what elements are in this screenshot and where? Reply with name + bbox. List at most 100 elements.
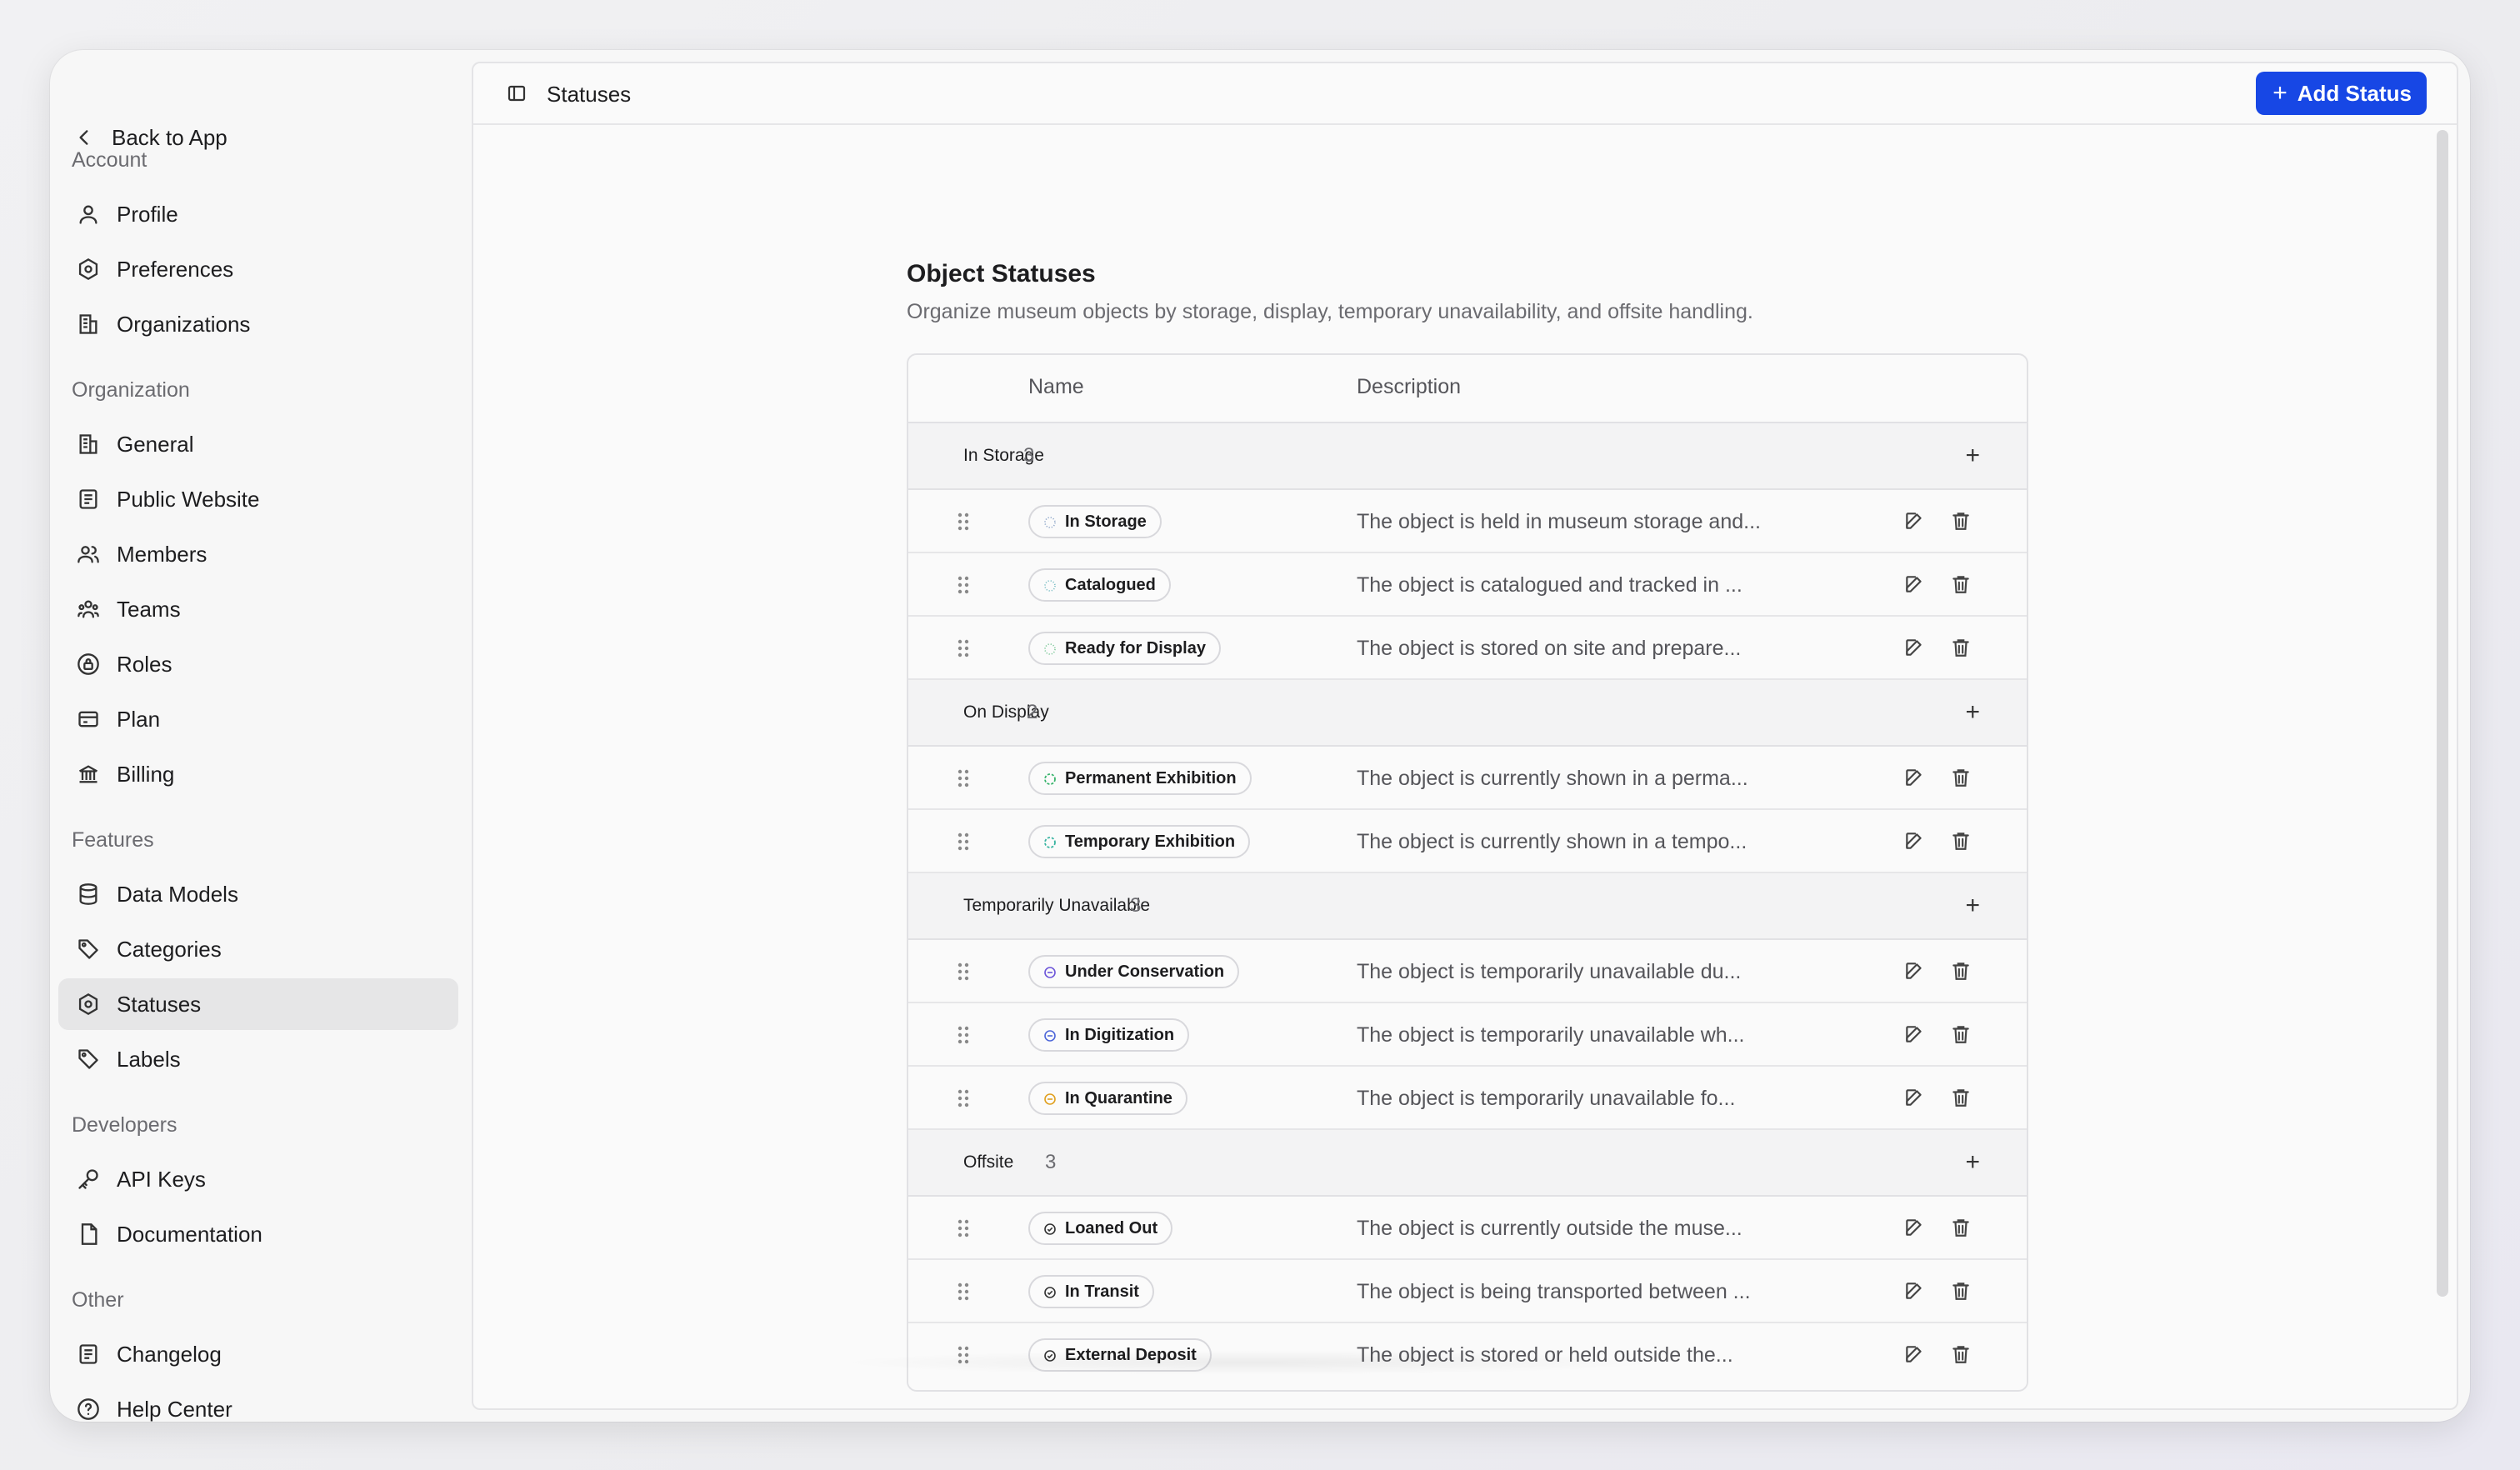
app-window: Back to App Account Profile Preferences … xyxy=(50,50,2470,1422)
edit-icon[interactable] xyxy=(1903,637,1925,658)
users-icon xyxy=(77,542,100,566)
status-badge[interactable]: Under Conservation xyxy=(1028,955,1240,988)
status-badge[interactable]: In Transit xyxy=(1028,1275,1154,1308)
scrollbar[interactable] xyxy=(2437,130,2448,1297)
sidebar-item-plan[interactable]: Plan xyxy=(58,693,458,745)
drag-handle-icon[interactable] xyxy=(957,832,970,852)
trash-icon[interactable] xyxy=(1950,1280,1972,1302)
status-badge[interactable]: In Storage xyxy=(1028,505,1162,538)
status-badge[interactable]: Loaned Out xyxy=(1028,1212,1173,1245)
trash-icon[interactable] xyxy=(1950,1217,1972,1238)
drag-handle-icon[interactable] xyxy=(957,768,970,788)
key-icon xyxy=(77,1168,100,1191)
add-status-button[interactable]: + Add Status xyxy=(2256,72,2427,115)
drag-handle-icon[interactable] xyxy=(957,575,970,595)
edit-icon[interactable] xyxy=(1903,1023,1925,1045)
add-status-to-group-button[interactable]: + xyxy=(1965,1150,1980,1175)
sidebar-item-preferences[interactable]: Preferences xyxy=(58,243,458,295)
status-badge[interactable]: Temporary Exhibition xyxy=(1028,825,1251,858)
sidebar-item-organizations[interactable]: Organizations xyxy=(58,298,458,350)
drag-handle-icon[interactable] xyxy=(957,1218,970,1238)
status-badge[interactable]: Ready for Display xyxy=(1028,632,1221,665)
edit-icon[interactable] xyxy=(1903,767,1925,788)
status-description: The object is currently shown in a tempo… xyxy=(1357,830,1748,853)
table-row: Loaned Out The object is currently outsi… xyxy=(908,1197,2027,1260)
edit-icon[interactable] xyxy=(1903,1280,1925,1302)
sidebar-item-api-keys[interactable]: API Keys xyxy=(58,1153,458,1205)
status-name: Ready for Display xyxy=(1065,638,1206,658)
trash-icon[interactable] xyxy=(1950,830,1972,852)
edit-icon[interactable] xyxy=(1903,1087,1925,1108)
sidebar-item-help-center[interactable]: Help Center xyxy=(58,1383,458,1422)
dotted-circle-icon xyxy=(1043,578,1057,592)
trash-icon[interactable] xyxy=(1950,960,1972,982)
sidebar-item-public-website[interactable]: Public Website xyxy=(58,473,458,525)
edit-icon[interactable] xyxy=(1903,1217,1925,1238)
trash-icon[interactable] xyxy=(1950,1087,1972,1108)
sidebar-item-label: API Keys xyxy=(117,1166,206,1192)
group-count: 2 xyxy=(1027,701,1038,723)
drag-handle-icon[interactable] xyxy=(957,1088,970,1108)
status-name: In Storage xyxy=(1065,512,1147,531)
status-badge[interactable]: In Quarantine xyxy=(1028,1082,1188,1115)
dashed-circle-icon xyxy=(1043,772,1057,785)
trash-icon[interactable] xyxy=(1950,1343,1972,1365)
statuses-table: Name Description In Storage 3 + In Stora… xyxy=(907,353,2028,1392)
sidebar-item-billing[interactable]: Billing xyxy=(58,748,458,800)
sidebar-item-profile[interactable]: Profile xyxy=(58,188,458,240)
edit-icon[interactable] xyxy=(1903,573,1925,595)
status-name: Permanent Exhibition xyxy=(1065,768,1237,788)
section-label-developers: Developers xyxy=(72,1113,178,1137)
sidebar-item-categories[interactable]: Categories xyxy=(58,923,458,975)
sidebar-item-general[interactable]: General xyxy=(58,418,458,470)
sidebar-item-label: Members xyxy=(117,541,208,567)
trash-icon[interactable] xyxy=(1950,573,1972,595)
sidebar-item-changelog[interactable]: Changelog xyxy=(58,1328,458,1380)
edit-icon[interactable] xyxy=(1903,510,1925,532)
status-name: In Transit xyxy=(1065,1282,1139,1301)
trash-icon[interactable] xyxy=(1950,510,1972,532)
sidebar-item-documentation[interactable]: Documentation xyxy=(58,1208,458,1260)
drag-handle-icon[interactable] xyxy=(957,962,970,982)
minus-circle-icon xyxy=(1043,1092,1057,1105)
page-title: Object Statuses xyxy=(907,260,1096,288)
sidebar-item-teams[interactable]: Teams xyxy=(58,583,458,635)
status-group-header: On Display 2 + xyxy=(908,680,2027,747)
group-count: 3 xyxy=(1130,894,1142,917)
add-status-to-group-button[interactable]: + xyxy=(1965,443,1980,468)
drag-handle-icon[interactable] xyxy=(957,512,970,532)
table-body: In Storage 3 + In Storage The object is … xyxy=(908,423,2027,1387)
drag-handle-icon[interactable] xyxy=(957,1025,970,1045)
add-status-to-group-button[interactable]: + xyxy=(1965,893,1980,918)
column-header-name: Name xyxy=(1028,375,1084,398)
status-badge[interactable]: In Digitization xyxy=(1028,1018,1190,1052)
status-badge[interactable]: Catalogued xyxy=(1028,568,1171,602)
add-status-to-group-button[interactable]: + xyxy=(1965,700,1980,725)
group-count: 3 xyxy=(1045,1151,1057,1173)
sidebar-toggle-icon[interactable] xyxy=(507,83,527,103)
sidebar-item-members[interactable]: Members xyxy=(58,528,458,580)
sidebar-item-data-models[interactable]: Data Models xyxy=(58,868,458,920)
status-description: The object is temporarily unavailable fo… xyxy=(1357,1087,1736,1110)
status-name: Loaned Out xyxy=(1065,1218,1158,1238)
status-description: The object is currently outside the muse… xyxy=(1357,1217,1742,1240)
drag-handle-icon[interactable] xyxy=(957,1282,970,1302)
section-label-other: Other xyxy=(72,1288,124,1312)
status-description: The object is temporarily unavailable du… xyxy=(1357,960,1742,983)
status-badge[interactable]: Permanent Exhibition xyxy=(1028,762,1252,795)
main-panel: Statuses + Add Status Object Statuses Or… xyxy=(472,62,2458,1410)
minus-circle-icon xyxy=(1043,965,1057,978)
trash-icon[interactable] xyxy=(1950,767,1972,788)
sidebar-item-roles[interactable]: Roles xyxy=(58,638,458,690)
sidebar-item-labels[interactable]: Labels xyxy=(58,1033,458,1085)
drag-handle-icon[interactable] xyxy=(957,638,970,658)
edit-icon[interactable] xyxy=(1903,830,1925,852)
status-description: The object is held in museum storage and… xyxy=(1357,510,1761,533)
table-row: Catalogued The object is catalogued and … xyxy=(908,553,2027,617)
edit-icon[interactable] xyxy=(1903,1343,1925,1365)
edit-icon[interactable] xyxy=(1903,960,1925,982)
sidebar-item-statuses[interactable]: Statuses xyxy=(58,978,458,1030)
trash-icon[interactable] xyxy=(1950,1023,1972,1045)
trash-icon[interactable] xyxy=(1950,637,1972,658)
table-row: In Transit The object is being transport… xyxy=(908,1260,2027,1323)
